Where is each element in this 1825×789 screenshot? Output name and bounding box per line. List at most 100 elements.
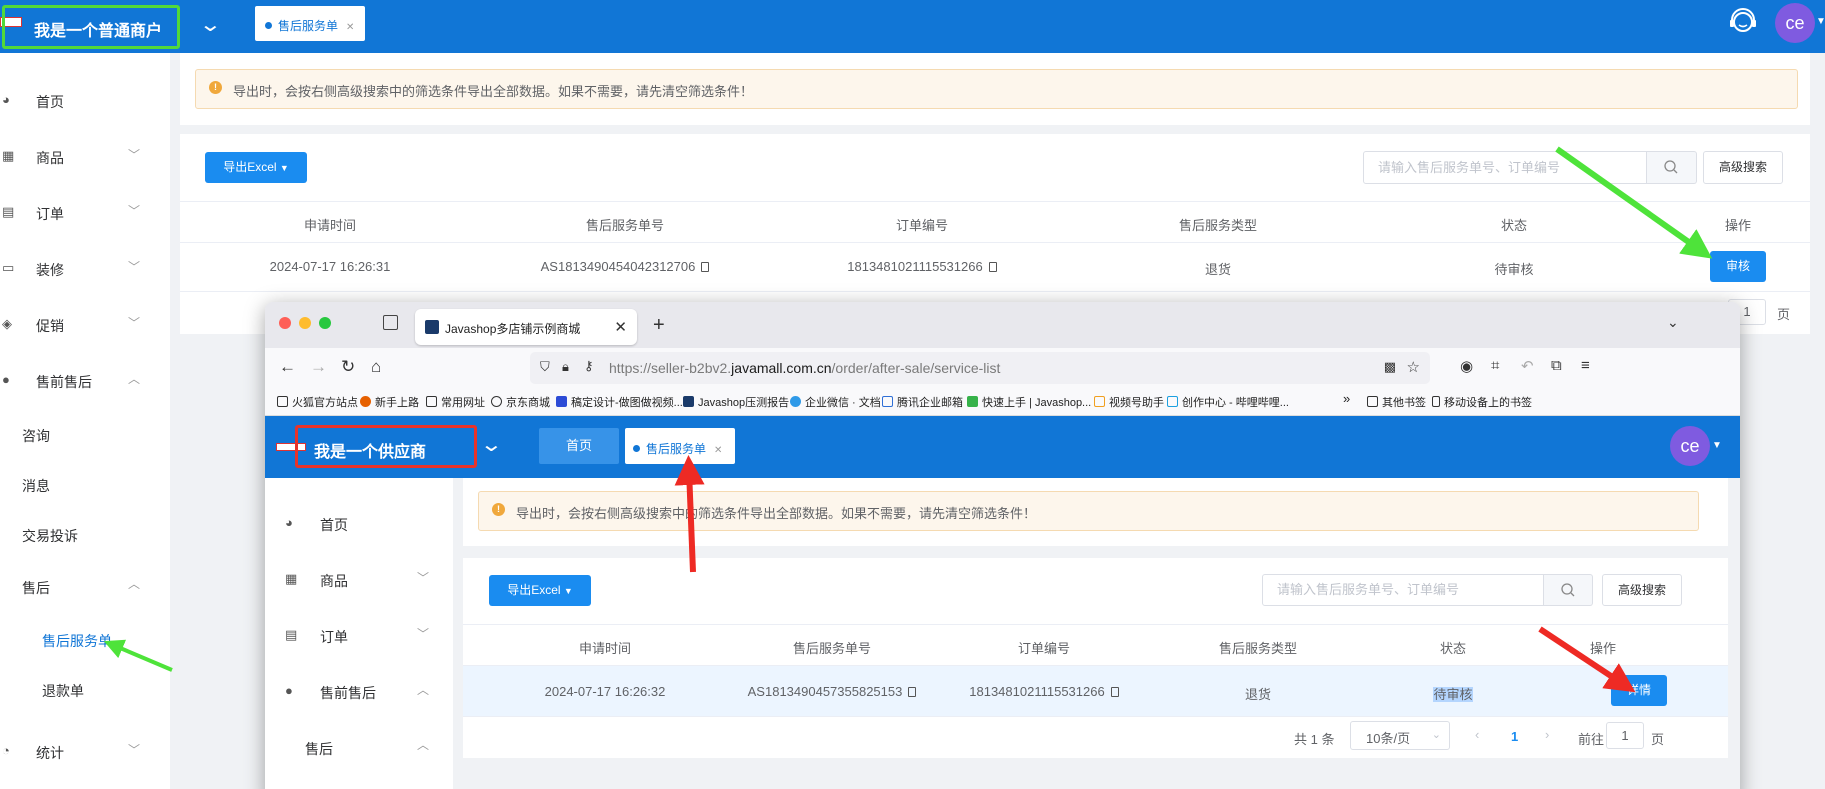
next-page-chevron-icon[interactable]: › [1545, 727, 1549, 742]
bookmark-item[interactable]: 火狐官方站点 [277, 394, 358, 410]
qr-code-icon[interactable]: ▩ [1384, 359, 1396, 375]
pager-goto-input[interactable]: 1 [1606, 722, 1644, 749]
bookmark-item[interactable]: 企业微信 · 文档 [790, 394, 881, 410]
sidebar-item-home[interactable]: ◕ 首页 [265, 504, 453, 544]
bookmark-item[interactable]: 创作中心 - 哔哩哔哩... [1167, 394, 1289, 410]
tab-overview-icon[interactable] [383, 315, 398, 330]
menu-hamburger-icon[interactable]: ≡ [1581, 357, 1590, 374]
search-input[interactable]: 请输入售后服务单号、订单编号 [1262, 574, 1544, 606]
bookmark-item[interactable]: 快速上手 | Javashop... [967, 394, 1091, 410]
chevron-down-icon: ﹀ [417, 627, 430, 641]
sidebar-item-consult[interactable]: 咨询 [22, 426, 50, 446]
merchant-shop-name[interactable]: 我是一个普通商户 [2, 5, 180, 49]
export-excel-button[interactable]: 导出Excel ▼ [489, 575, 591, 606]
shield-icon[interactable]: ⛉ [540, 359, 550, 375]
prev-page-chevron-icon[interactable]: ‹ [1475, 727, 1479, 742]
new-tab-plus-icon[interactable]: + [653, 314, 665, 337]
bookmark-item[interactable]: 常用网址 [426, 394, 485, 410]
alert-text: 导出时，会按右侧高级搜索中的筛选条件导出全部数据。如果不需要，请先清空筛选条件！ [233, 84, 754, 99]
search-button[interactable] [1544, 574, 1593, 606]
search-input[interactable]: 请输入售后服务单号、订单编号 [1363, 151, 1647, 184]
tab-after-sale-service[interactable]: 售后服务单 ✕ [625, 428, 735, 464]
undo-icon[interactable]: ↶ [1521, 357, 1534, 375]
forward-icon[interactable]: → [310, 357, 327, 377]
address-bar[interactable]: ⛉ 🔒︎ ⚷ https://seller-b2bv2.javamall.com… [530, 352, 1430, 384]
tab-after-sale-service[interactable]: 售后服务单 ✕ [255, 6, 365, 41]
back-icon[interactable]: ← [279, 357, 296, 377]
bookmark-item[interactable]: 新手上路 [360, 394, 419, 410]
cell-time: 2024-07-17 16:26:31 [269, 259, 391, 274]
list-tabs-chevron-icon[interactable]: ⌄ [1667, 314, 1679, 331]
avatar-caret-icon[interactable]: ▼ [1712, 440, 1722, 451]
sidebar-item-label: 售前售后 [36, 374, 92, 390]
more-bookmarks-chevron-icon[interactable]: » [1343, 391, 1350, 406]
copy-icon[interactable] [988, 262, 997, 272]
sidebar-item-decoration[interactable]: ▭ 装修 ﹀ [0, 249, 170, 289]
advanced-search-button[interactable]: 高级搜索 [1602, 574, 1682, 606]
sidebar-item-complaints[interactable]: 交易投诉 [22, 526, 78, 546]
sidebar-item-label: 商品 [36, 150, 64, 166]
copy-icon[interactable] [908, 687, 917, 697]
bookmark-item[interactable]: 其他书签 [1367, 394, 1426, 410]
supplier-shop-name[interactable]: 我是一个供应商 [295, 425, 477, 468]
cell-service-no: AS1813490454042312706 [525, 259, 725, 274]
page-size-select[interactable]: 10条/页 ⌄ [1350, 721, 1450, 750]
advanced-search-button[interactable]: 高级搜索 [1703, 151, 1783, 184]
minimize-window-button[interactable] [299, 317, 311, 329]
review-button[interactable]: 审核 [1710, 251, 1766, 282]
bookmark-item[interactable]: 移动设备上的书签 [1432, 394, 1532, 410]
bookmark-item[interactable]: 腾讯企业邮箱 [882, 394, 963, 410]
cell-service-no: AS1813490457355825153 [732, 684, 932, 699]
current-page-number[interactable]: 1 [1511, 729, 1518, 744]
sidebar-item-orders[interactable]: ▤ 订单 ﹀ [0, 193, 170, 233]
bookmark-item[interactable]: Javashop压测报告 [683, 394, 789, 410]
customer-service-icon[interactable] [1727, 6, 1759, 38]
sidebar-item-goods[interactable]: ▦ 商品 ﹀ [0, 137, 170, 177]
column-header-type: 售后服务类型 [1178, 218, 1257, 233]
avatar-caret-icon[interactable]: ▼ [1816, 16, 1825, 27]
export-alert: ! 导出时，会按右侧高级搜索中的筛选条件导出全部数据。如果不需要，请先清空筛选条… [478, 491, 1699, 531]
sidebar-item-refund[interactable]: 退款单 [42, 681, 84, 701]
bookmark-star-icon[interactable]: ☆ [1407, 358, 1420, 376]
bookmark-label: 常用网址 [441, 397, 485, 409]
permissions-key-icon[interactable]: ⚷ [584, 358, 594, 374]
sidebar-item-orders[interactable]: ▤ 订单 ﹀ [265, 616, 453, 656]
sidebar-item-home[interactable]: ◕ 首页 [0, 81, 170, 121]
shop-switch-chevron-icon[interactable]: ⌄ [480, 432, 503, 457]
search-button[interactable] [1647, 151, 1697, 184]
sidebar-item-presale-aftersale[interactable]: ● 售前售后 ︿ [265, 672, 453, 712]
sidebar-item-promotion[interactable]: ◈ 促销 ﹀ [0, 305, 170, 345]
close-window-button[interactable] [279, 317, 291, 329]
maximize-window-button[interactable] [319, 317, 331, 329]
shop-switch-chevron-icon[interactable]: ⌄ [199, 12, 222, 37]
sidebar-item-messages[interactable]: 消息 [22, 476, 50, 496]
sidebar-item-stats[interactable]: ◔ 统计 ﹀ [0, 732, 170, 772]
supplier-avatar[interactable]: ce [1670, 426, 1710, 466]
folder-icon [1367, 396, 1378, 407]
merchant-avatar[interactable]: ce [1775, 3, 1815, 43]
lock-icon[interactable]: 🔒︎ [562, 359, 569, 375]
extensions-icon[interactable]: ⧉ [1551, 357, 1562, 374]
sidebar-item-presale-aftersale[interactable]: ● 售前售后 ︿ [0, 361, 170, 401]
tab-home[interactable]: 首页 [539, 428, 619, 464]
browser-tab-active[interactable]: Javashop多店铺示例商城 ✕ [415, 309, 637, 345]
home-icon[interactable]: ⌂ [371, 357, 381, 377]
export-excel-button[interactable]: 导出Excel ▼ [205, 152, 307, 183]
crop-icon[interactable]: ⌗ [1491, 357, 1499, 374]
bookmark-item[interactable]: 京东商城 [491, 394, 550, 410]
reload-icon[interactable]: ↻ [341, 357, 355, 377]
close-icon[interactable]: ✕ [614, 318, 627, 336]
bookmark-item[interactable]: 稿定设计-做图做视频... [556, 394, 683, 410]
copy-icon[interactable] [701, 262, 710, 272]
account-icon[interactable]: ◉ [1460, 357, 1473, 375]
tab-close-icon[interactable]: ✕ [346, 22, 354, 33]
bookmark-label: 火狐官方站点 [292, 397, 358, 409]
bookmark-item[interactable]: 视频号助手 [1094, 394, 1164, 410]
detail-button[interactable]: 详情 [1611, 675, 1667, 706]
copy-icon[interactable] [1110, 687, 1119, 697]
sidebar-item-goods[interactable]: ▦ 商品 ﹀ [265, 560, 453, 600]
sidebar-item-service-list[interactable]: 售后服务单 [42, 631, 112, 651]
tab-active-dot-icon [265, 22, 272, 29]
goods-icon: ▦ [2, 148, 15, 163]
tab-close-icon[interactable]: ✕ [714, 445, 722, 456]
